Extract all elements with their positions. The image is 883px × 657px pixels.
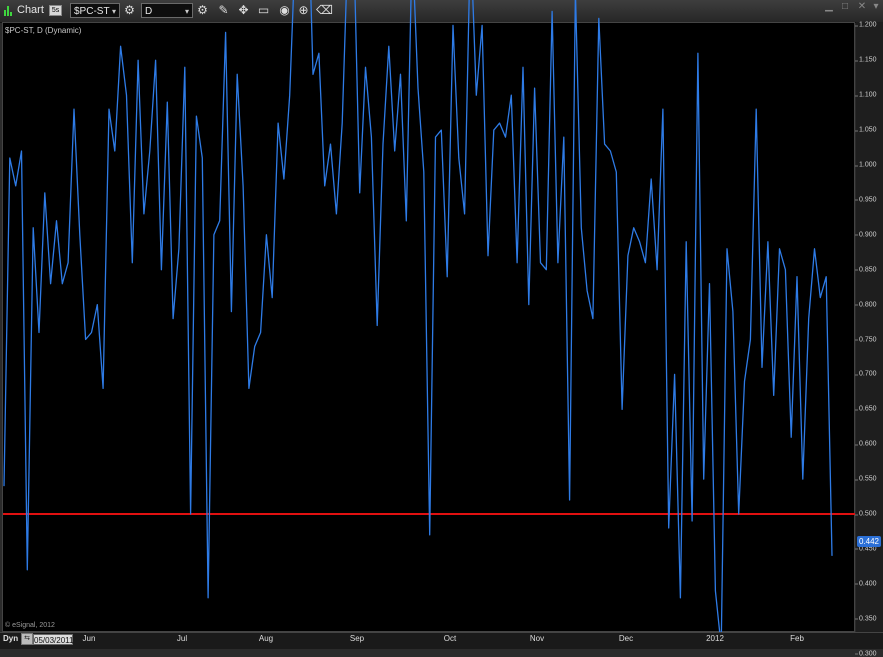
range-toggle-button[interactable]: ⇆ <box>21 633 33 645</box>
y-tick-label: 0.350 <box>855 615 877 623</box>
x-tick-label: Sep <box>349 634 365 643</box>
series-label: $PC-ST, D (Dynamic) <box>5 26 82 35</box>
y-tick-label: 0.550 <box>855 475 877 483</box>
y-tick-label: 0.700 <box>855 370 877 378</box>
y-tick-label: 1.000 <box>855 161 877 169</box>
y-tick-label: 1.100 <box>855 91 877 99</box>
y-tick-label: 1.200 <box>855 21 877 29</box>
y-tick-label: 0.800 <box>855 301 877 309</box>
last-value-badge: 0.442 <box>857 536 881 547</box>
time-axis[interactable] <box>0 632 883 649</box>
start-date-field[interactable]: 05/03/2011 <box>33 634 73 645</box>
y-tick-label: 1.050 <box>855 126 877 134</box>
series-line <box>3 0 833 648</box>
y-tick-label: 0.600 <box>855 440 877 448</box>
y-tick-label: 0.900 <box>855 231 877 239</box>
y-tick-label: 1.150 <box>855 56 877 64</box>
x-tick-label: Feb <box>790 634 804 643</box>
copyright-text: © eSignal, 2012 <box>5 622 55 629</box>
y-tick-label: 0.950 <box>855 196 877 204</box>
y-tick-label: 0.400 <box>855 580 877 588</box>
x-tick-label: 2012 <box>706 634 724 643</box>
x-tick-label: Dec <box>618 634 634 643</box>
range-label: Dyn <box>3 634 19 643</box>
x-tick-label: Nov <box>529 634 545 643</box>
y-tick-label: 0.500 <box>855 510 877 518</box>
y-tick-label: 0.300 <box>855 650 877 657</box>
y-tick-label: 0.750 <box>855 336 877 343</box>
y-tick-label: 0.850 <box>855 266 877 274</box>
x-tick-label: Jun <box>82 634 96 643</box>
chart-plot <box>3 0 855 648</box>
x-tick-label: Jul <box>176 634 188 643</box>
x-tick-label: Oct <box>443 634 457 643</box>
y-tick-label: 0.650 <box>855 405 877 413</box>
x-tick-label: Aug <box>258 634 274 643</box>
